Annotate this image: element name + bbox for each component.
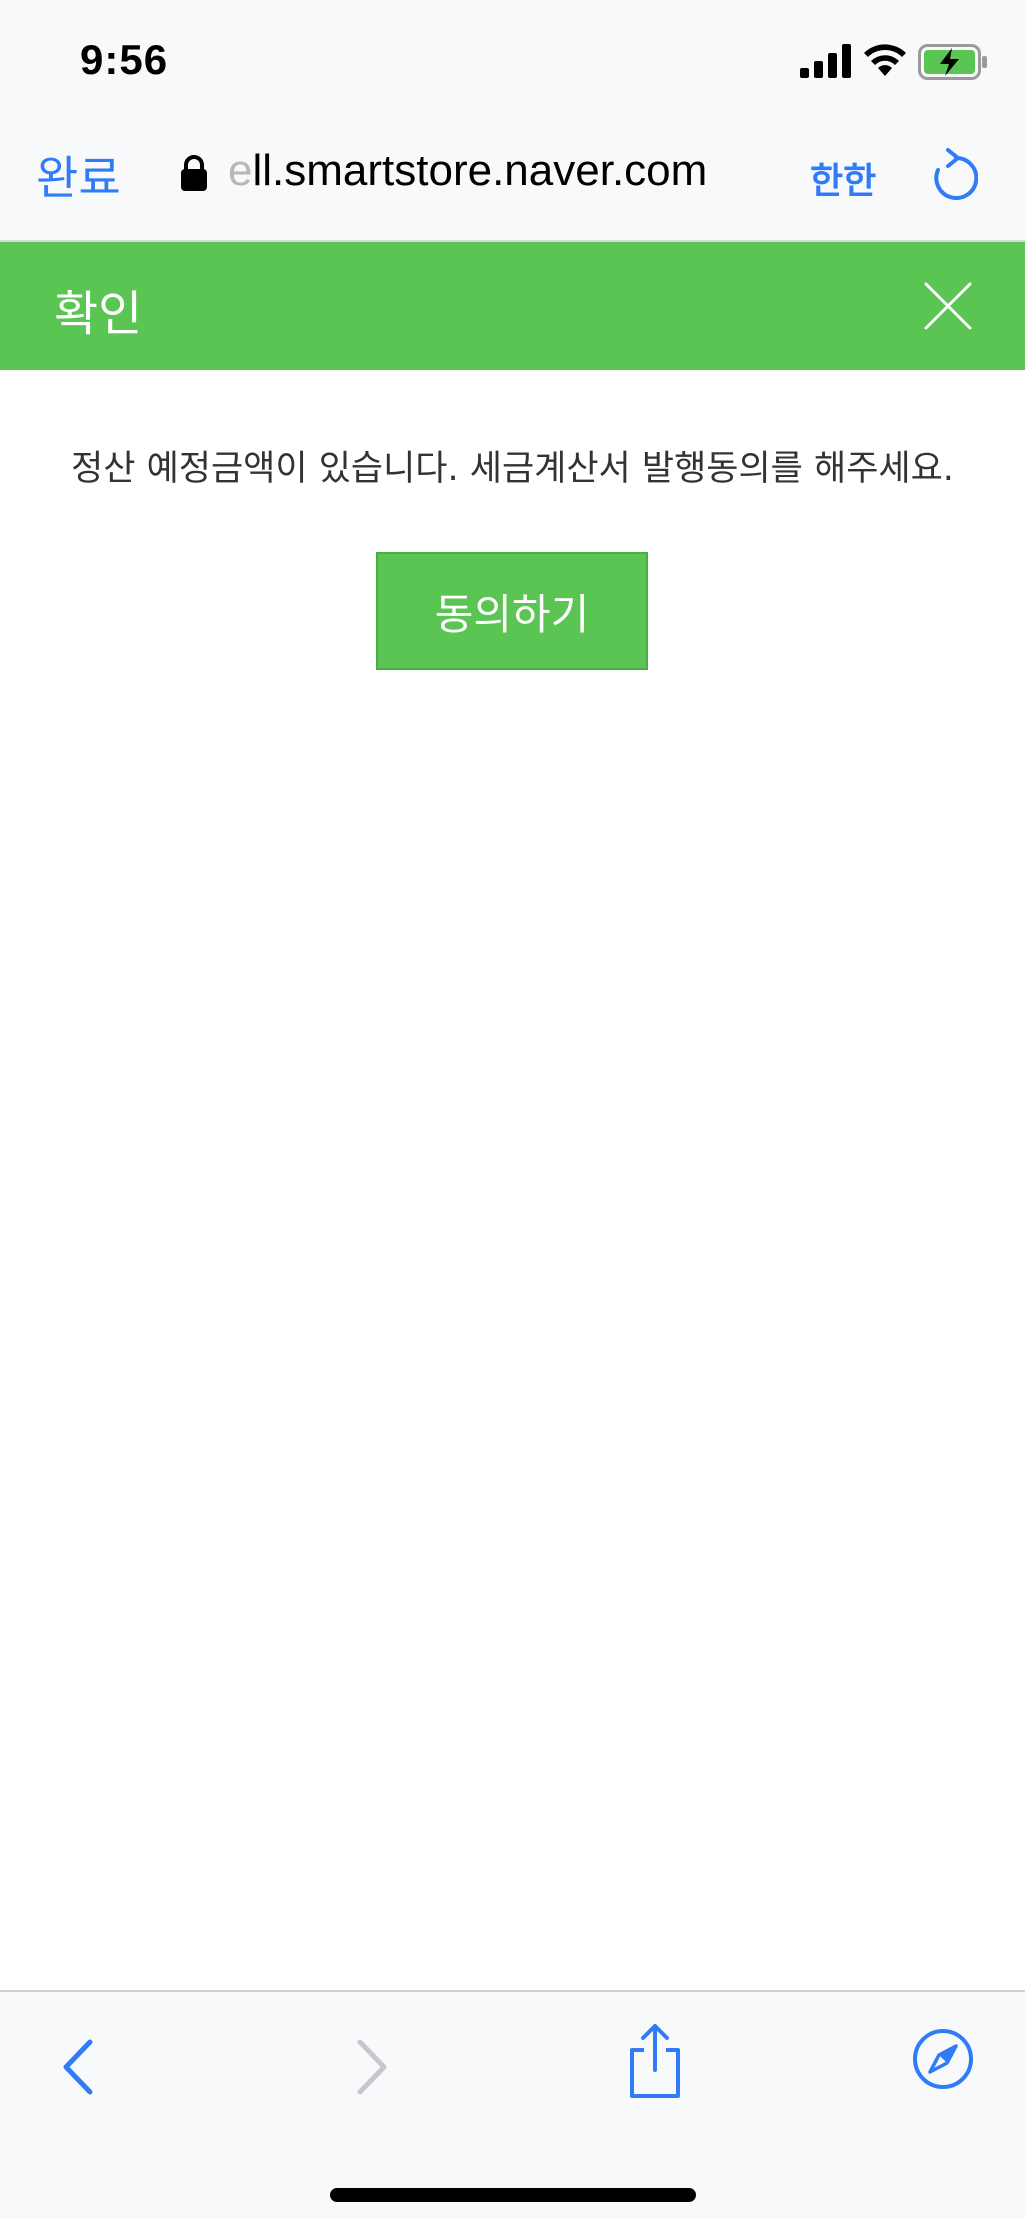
home-indicator bbox=[330, 2188, 696, 2202]
status-time: 9:56 bbox=[80, 36, 169, 83]
lock-icon bbox=[181, 155, 207, 191]
cellular-signal-icon bbox=[800, 44, 851, 78]
browser-toolbar: 완료 ell.smartstore.naver.com 한한 bbox=[0, 118, 1025, 242]
dialog-title: 확인 bbox=[54, 286, 143, 342]
translate-button[interactable]: 한한 bbox=[810, 152, 876, 204]
done-button[interactable]: 완료 bbox=[36, 142, 121, 208]
wifi-icon bbox=[864, 44, 906, 76]
forward-chevron-icon bbox=[357, 2039, 387, 2095]
bottom-toolbar bbox=[0, 1990, 1025, 2219]
status-bar: 9:56 bbox=[0, 0, 1025, 118]
agree-button[interactable]: 동의하기 bbox=[376, 552, 648, 670]
reload-icon[interactable] bbox=[926, 148, 978, 206]
url-field[interactable]: ell.smartstore.naver.com bbox=[228, 146, 707, 196]
url-fade-text: e bbox=[228, 146, 253, 195]
safari-compass-icon[interactable] bbox=[912, 2028, 974, 2090]
page: 9:56 완료 ell.smartstore.naver.com 한한 확인 정… bbox=[0, 0, 1025, 2219]
dialog-message: 정산 예정금액이 있습니다. 세금계산서 발행동의를 해주세요. bbox=[71, 449, 954, 489]
close-icon[interactable] bbox=[922, 280, 974, 332]
back-chevron-icon[interactable] bbox=[58, 2038, 98, 2096]
dialog-header: 확인 bbox=[0, 242, 1025, 370]
url-text: ll.smartstore.naver.com bbox=[252, 146, 708, 195]
share-icon[interactable] bbox=[626, 2022, 684, 2100]
battery-charging-icon bbox=[918, 44, 987, 80]
